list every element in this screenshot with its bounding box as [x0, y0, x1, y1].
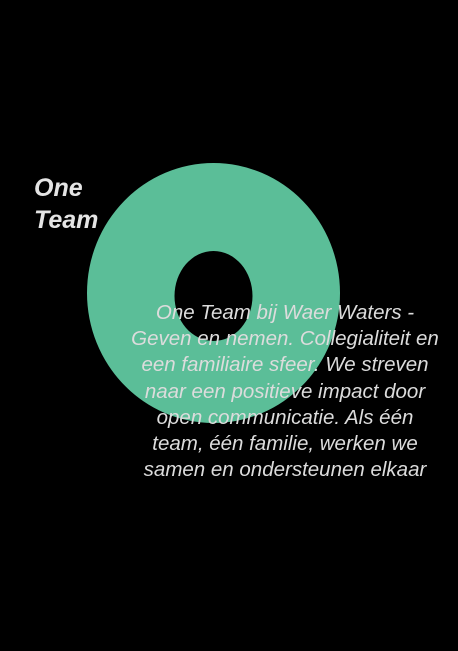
description-line: Geven en nemen. Collegialiteit en — [131, 327, 439, 351]
section-title-line-1: One — [34, 174, 83, 202]
description-line: samen en ondersteunen elkaar — [143, 458, 427, 482]
description-line: team, één familie, werken we — [152, 432, 418, 456]
description-line: One Team bij Waer Waters - — [155, 301, 415, 324]
hero-panel: One Team One Team bij Waer Waters - Geve… — [0, 0, 458, 651]
description-line: naar een positieve impact door — [144, 379, 426, 403]
section-title: One Team — [34, 172, 98, 236]
section-description: One Team bij Waer Waters - Geven en neme… — [110, 300, 458, 483]
description-line: open communicatie. Als één — [156, 405, 414, 429]
section-title-line-2: Team — [34, 206, 99, 234]
description-line: een familiaire sfeer. We streven — [141, 353, 429, 377]
